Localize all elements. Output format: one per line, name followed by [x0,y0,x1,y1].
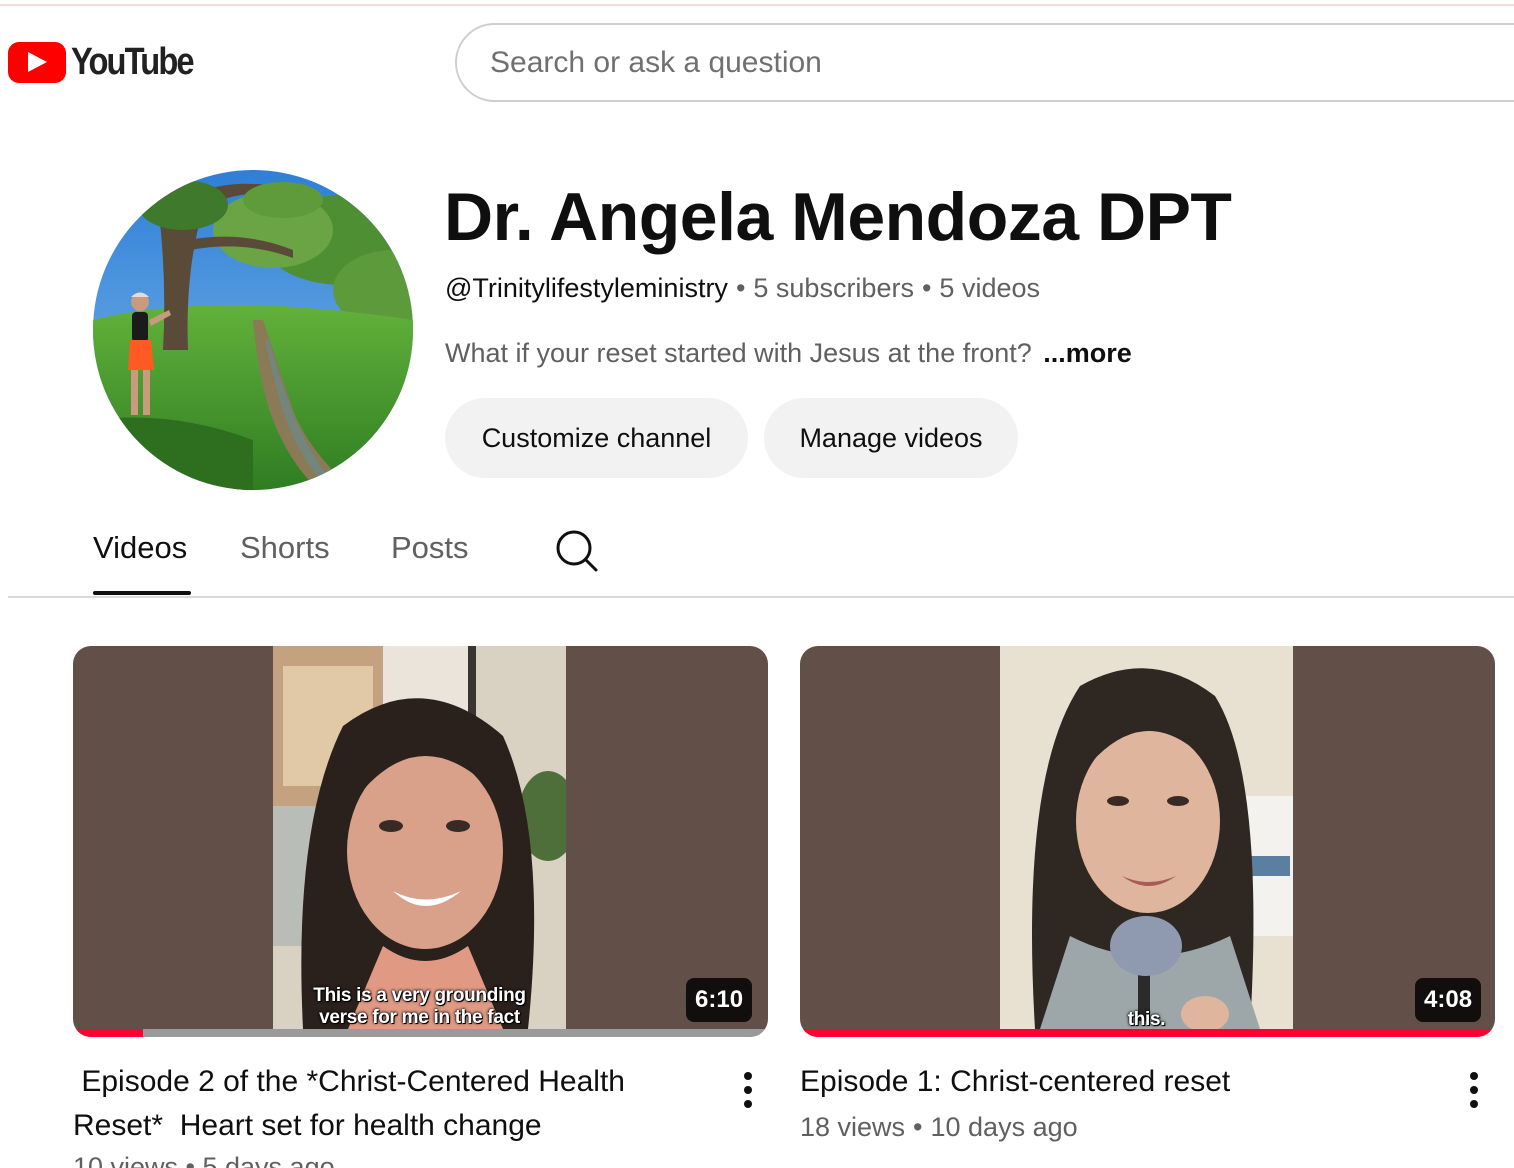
video-title-line: Reset* Heart set for health change [73,1109,542,1142]
video-duration-badge: 6:10 [686,978,753,1022]
video-meta: 10 views • 5 days ago [73,1152,335,1168]
youtube-play-icon [8,41,66,83]
caption-line: this. [1127,1009,1166,1030]
tab-videos[interactable]: Videos [93,530,187,566]
window-top-border [0,4,1514,6]
meta-separator: • [913,1112,923,1142]
video-count: 5 videos [939,273,1040,303]
video-caption: This is a very grounding verse for me in… [273,985,566,1029]
customize-channel-button[interactable]: Customize channel [445,398,748,478]
tab-posts[interactable]: Posts [391,530,469,566]
video-thumbnail[interactable] [800,646,1495,1037]
video-meta: 18 views • 10 days ago [800,1112,1078,1143]
search-input[interactable]: Search or ask a question [455,23,1514,102]
description-text: What if your reset started with Jesus at… [445,338,1032,368]
watch-progress-track [73,1029,768,1037]
thumbnail-frame [273,646,566,1029]
upload-age: 10 days ago [930,1112,1078,1142]
video-caption: this. [1000,1009,1293,1031]
caption-line: This is a very grounding [313,985,526,1006]
video-thumbnail[interactable] [73,646,768,1037]
meta-separator: • [921,273,932,303]
thumbnail-frame [1000,646,1293,1029]
manage-videos-button[interactable]: Manage videos [764,398,1018,478]
tabs-divider [8,596,1514,598]
search-icon[interactable] [553,527,599,573]
video-title-line: Episode 1: Christ-centered reset [800,1065,1231,1098]
more-vert-icon[interactable] [742,1072,754,1108]
video-duration-badge: 4:08 [1415,978,1482,1022]
search-placeholder: Search or ask a question [490,45,822,79]
watch-progress-bar [73,1029,143,1037]
channel-meta: @Trinitylifestyleministry • 5 subscribers •… [445,273,1040,304]
meta-separator: • [735,273,746,303]
logo-wordmark: YouTube [71,40,195,83]
active-tab-indicator [93,591,191,595]
subscriber-count: 5 subscribers [753,273,914,303]
more-vert-icon[interactable] [1468,1072,1480,1108]
caption-line: verse for me in the fact [319,1007,520,1028]
more-link[interactable]: ...more [1043,338,1132,368]
channel-handle: @Trinitylifestyleministry [445,273,728,303]
channel-name: Dr. Angela Mendoza DPT [444,179,1232,255]
video-title[interactable]: Episode 1: Christ-centered reset [800,1060,1420,1104]
youtube-logo[interactable]: YouTube [8,40,213,84]
view-count: 18 views [800,1112,906,1142]
channel-avatar[interactable] [93,170,413,490]
video-title[interactable]: Episode 2 of the *Christ-Centered Health… [73,1060,693,1148]
youtube-channel-page: YouTube Search or ask a question Dr. Ang… [0,0,1514,1168]
channel-description[interactable]: What if your reset started with Jesus at… [445,338,1132,369]
video-title-line: Episode 2 of the *Christ-Centered Health [73,1065,625,1098]
tab-shorts[interactable]: Shorts [240,530,330,566]
